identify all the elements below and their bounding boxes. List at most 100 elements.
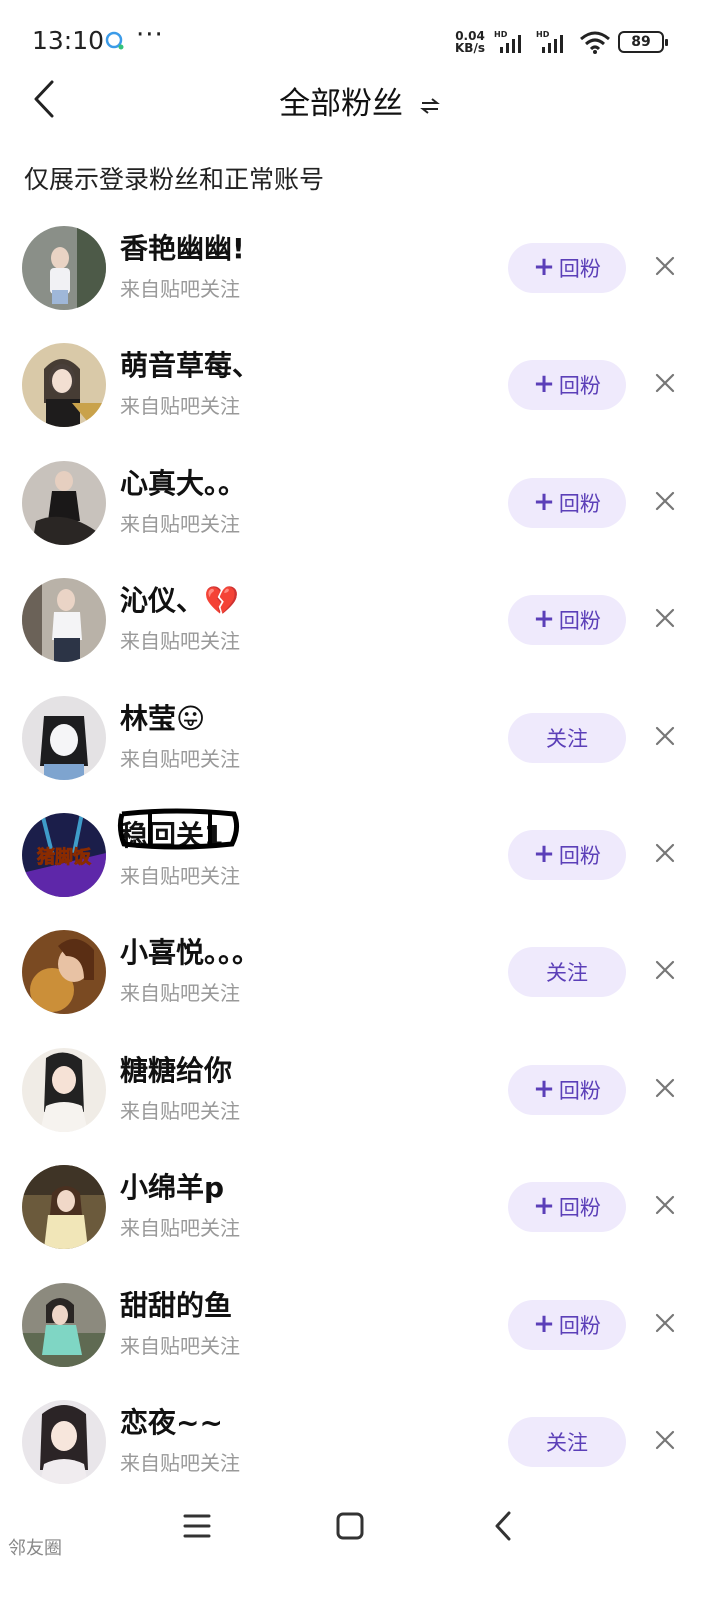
close-icon[interactable] (652, 1310, 678, 1336)
follow-back-button[interactable]: + 回粉 (508, 1064, 626, 1115)
action-label: 回粉 (558, 491, 601, 516)
plus-icon: + (533, 252, 555, 282)
network-speed: 0.04 KB/s (452, 30, 488, 54)
signal-icon: HD (494, 30, 521, 53)
back-icon[interactable] (492, 1510, 514, 1542)
avatar[interactable] (22, 695, 106, 780)
follower-row[interactable]: 沁仪、💔 来自贴吧关注 + 回粉 (0, 561, 720, 678)
follower-row[interactable]: 糖糖给你 来自贴吧关注 + 回粉 (0, 1031, 720, 1148)
follower-source: 来自贴吧关注 (120, 1216, 240, 1241)
signal-icon-2: HD (536, 30, 563, 53)
status-indicators: 0.04 KB/s HD HD 89 (452, 28, 668, 56)
plus-icon: + (533, 486, 555, 517)
close-icon[interactable] (652, 253, 678, 279)
follower-name: 林莹😛 (120, 701, 206, 735)
svg-text:HD: HD (494, 30, 508, 39)
follower-row[interactable]: 小绵羊p 来自贴吧关注 + 回粉 (0, 1148, 720, 1265)
follower-row[interactable]: 萌音草莓、 来自贴吧关注 + 回粉 (0, 326, 720, 443)
follower-list: 香艳幽幽! 来自贴吧关注 + 回粉 萌音草莓、 来自贴吧关注 + 回粉 心真大。… (0, 209, 720, 1500)
follower-row[interactable]: 甜甜的鱼 来自贴吧关注 + 回粉 (0, 1266, 720, 1383)
home-icon[interactable] (336, 1512, 364, 1540)
close-icon[interactable] (652, 1075, 678, 1101)
plus-icon: + (533, 838, 555, 869)
follower-name: 香艳幽幽! (120, 232, 245, 265)
follower-row[interactable]: 小喜悦。。。 来自贴吧关注 关注 (0, 913, 720, 1030)
avatar[interactable]: 猪脚饭 (22, 812, 106, 897)
network-speed-unit: KB/s (455, 41, 485, 55)
action-label: 关注 (546, 726, 588, 751)
status-bar: 13:10 ··· 0.04 KB/s HD HD 89 (0, 0, 720, 80)
follow-back-button[interactable]: + 回粉 (508, 1299, 626, 1350)
plus-icon: + (533, 369, 555, 400)
menu-icon[interactable] (182, 1512, 212, 1540)
follow-back-button[interactable]: + 回粉 (508, 829, 626, 880)
wifi-icon (580, 31, 610, 54)
action-label: 回粉 (558, 1313, 601, 1338)
avatar[interactable] (22, 1282, 106, 1367)
avatar[interactable] (22, 578, 106, 663)
avatar[interactable] (22, 226, 106, 310)
avatar[interactable] (22, 1399, 106, 1484)
follow-back-button[interactable]: + 回粉 (508, 477, 626, 528)
avatar[interactable] (22, 1165, 106, 1250)
follower-source: 来自贴吧关注 (120, 1098, 240, 1123)
close-icon[interactable] (652, 723, 678, 749)
action-label: 关注 (546, 961, 588, 986)
page-title-switch[interactable]: 全部粉丝 (0, 78, 720, 123)
follower-source: 来自贴吧关注 (120, 511, 240, 536)
follower-name: 心真大。。 (120, 466, 247, 500)
action-label: 回粉 (558, 609, 601, 634)
watermark: 邻友圈 (8, 1538, 62, 1559)
close-icon[interactable] (652, 957, 678, 983)
status-time: 13:10 (32, 26, 105, 55)
plus-icon: + (533, 604, 555, 635)
follower-source: 来自贴吧关注 (120, 981, 240, 1006)
follow-back-button[interactable]: + 回粉 (508, 595, 626, 646)
follower-row[interactable]: 恋夜~~ 来自贴吧关注 关注 (0, 1383, 720, 1500)
action-label: 回粉 (558, 1196, 601, 1221)
follower-source: 来自贴吧关注 (120, 277, 240, 301)
follower-row[interactable]: 猪脚饭 稳回关1 来自贴吧关注 + 回粉 (0, 796, 720, 913)
follower-name: 沁仪、💔 (120, 584, 239, 618)
action-label: 回粉 (558, 843, 601, 868)
follower-name: 萌音草莓、 (120, 349, 261, 383)
more-dots-icon: ··· (136, 20, 164, 50)
action-label: 关注 (546, 1430, 588, 1455)
close-icon[interactable] (652, 1192, 678, 1218)
close-icon[interactable] (652, 840, 678, 866)
close-icon[interactable] (652, 370, 678, 396)
action-label: 回粉 (558, 1078, 601, 1103)
follower-name: 小绵羊p (120, 1171, 225, 1205)
close-icon[interactable] (652, 605, 678, 631)
follow-back-button[interactable]: + 回粉 (508, 360, 626, 411)
follow-button[interactable]: 关注 (508, 712, 626, 763)
follower-source: 来自贴吧关注 (120, 1333, 240, 1358)
action-label: 回粉 (558, 374, 601, 399)
follower-name: 恋夜~~ (120, 1405, 223, 1439)
follower-source: 来自贴吧关注 (120, 629, 240, 654)
plus-icon: + (533, 1191, 555, 1222)
scribble-mark (117, 808, 240, 850)
battery-icon: 89 (618, 31, 668, 53)
follower-name: 小喜悦。。。 (120, 936, 261, 970)
follower-row[interactable]: 香艳幽幽! 来自贴吧关注 + 回粉 (0, 209, 720, 326)
page-title: 全部粉丝 (279, 86, 404, 122)
avatar[interactable] (22, 460, 106, 545)
close-icon[interactable] (652, 1427, 678, 1453)
avatar[interactable] (22, 343, 106, 428)
plus-icon: + (533, 1308, 555, 1339)
chat-bubble-icon (105, 31, 124, 50)
follower-row[interactable]: 心真大。。 来自贴吧关注 + 回粉 (0, 444, 720, 561)
follow-button[interactable]: 关注 (508, 947, 626, 998)
svg-text:HD: HD (536, 30, 550, 39)
follow-button[interactable]: 关注 (508, 1416, 626, 1467)
follower-source: 来自贴吧关注 (120, 394, 240, 419)
avatar[interactable] (22, 930, 106, 1015)
avatar-text: 猪脚饭 (36, 846, 91, 868)
close-icon[interactable] (652, 488, 678, 514)
avatar[interactable] (22, 1047, 106, 1132)
follower-row[interactable]: 林莹😛 来自贴吧关注 关注 (0, 679, 720, 796)
follow-back-button[interactable]: + 回粉 (508, 243, 626, 293)
follow-back-button[interactable]: + 回粉 (508, 1182, 626, 1233)
follower-source: 来自贴吧关注 (120, 1450, 240, 1475)
